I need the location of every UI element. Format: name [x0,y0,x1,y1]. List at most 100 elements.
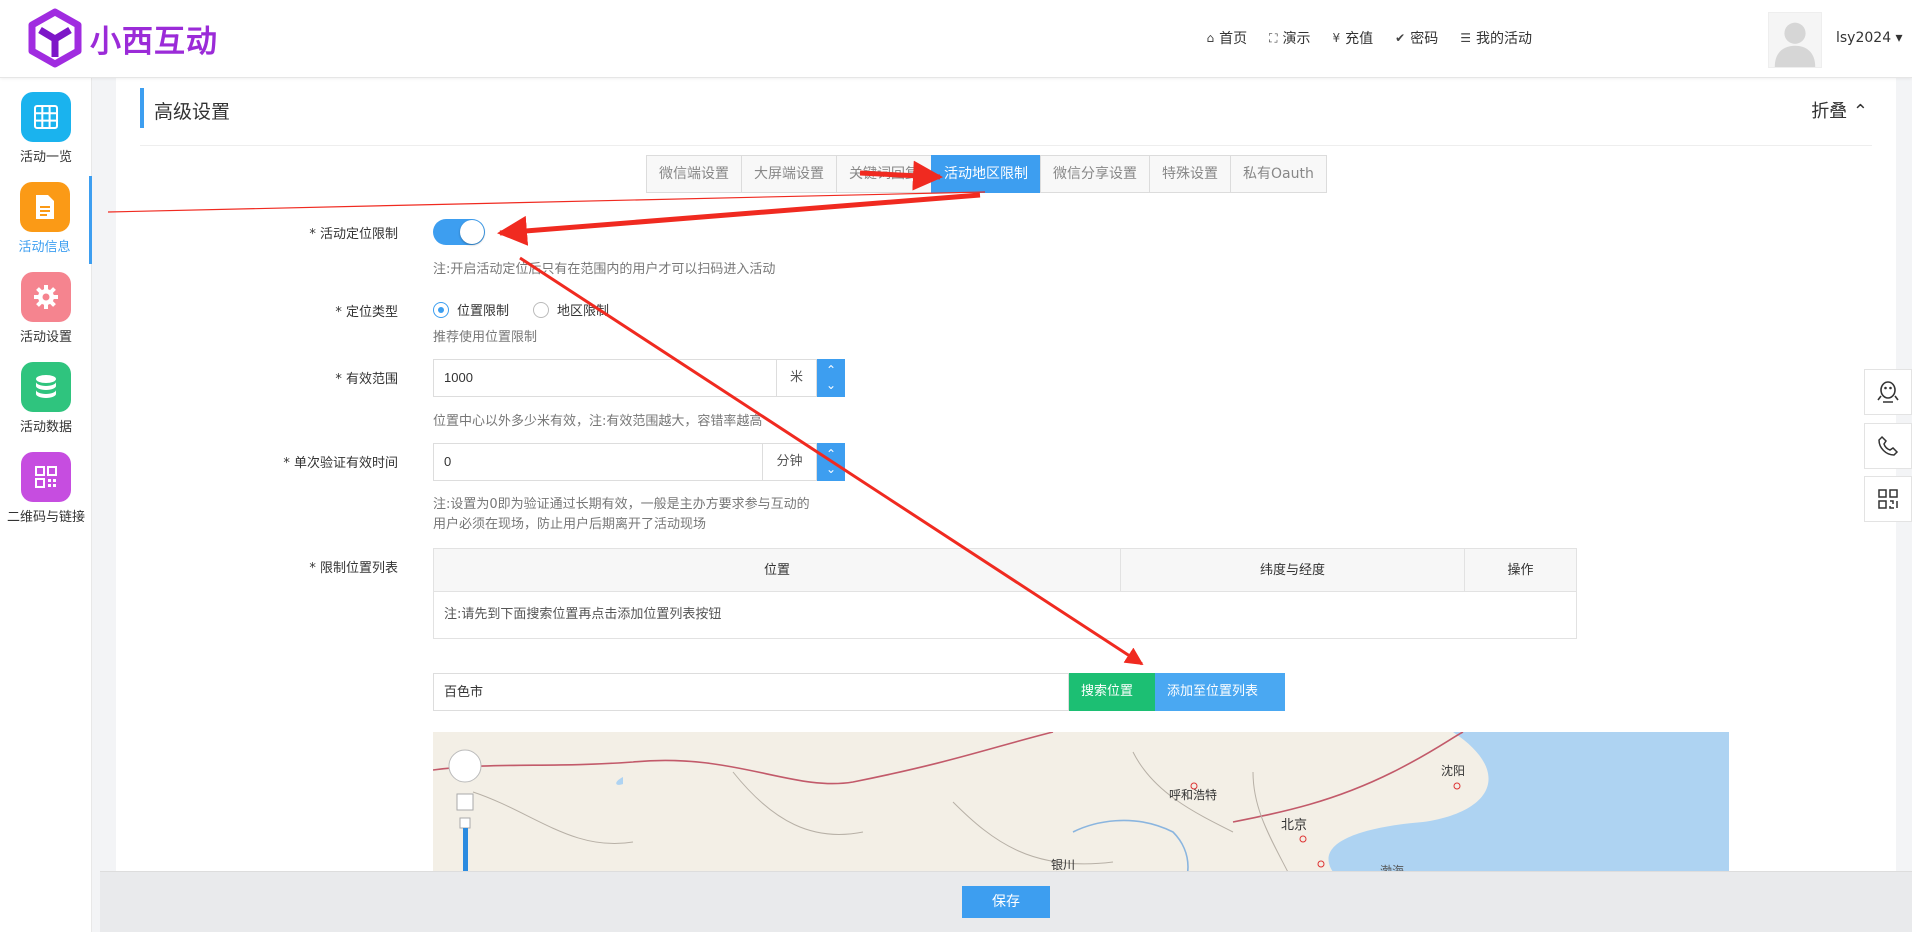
qrcode-icon [21,452,71,502]
qq-contact-button[interactable] [1864,369,1912,415]
map-city-shenyang: 沈阳 [1441,764,1466,778]
sidebar: 活动一览 活动信息 活动设置 活动数据 二维码与链接 [0,78,92,932]
map-city-beijing: 北京 [1281,818,1308,833]
toggle-knob [460,220,484,244]
tab-screen[interactable]: 大屏端设置 [741,155,837,193]
chevron-down-icon[interactable]: ⌄ [826,462,836,477]
section-header: 高级设置 折叠 ⌃ [140,88,1872,146]
home-icon: ⌂ [1206,31,1215,45]
qrcode-small-icon [1878,489,1898,509]
section-title: 高级设置 [154,101,231,123]
document-icon [19,182,70,232]
locate-limit-hint: 注:开启活动定位后只有在范围内的用户才可以扫码进入活动 [433,262,776,277]
tab-region-limit[interactable]: 活动地区限制 [931,155,1041,193]
top-nav: ⌂ 首页 ⛶ 演示 ¥ 充值 ✔ 密码 ☰ 我的活动 [1207,28,1533,48]
check-circle-icon: ✔ [1395,31,1406,45]
map-city-hohhot: 呼和浩特 [1169,788,1218,802]
add-to-list-button[interactable]: 添加至位置列表 [1155,673,1285,711]
verify-time-hint-1: 注:设置为0即为验证通过长期有效，一般是主办方要求参与互动的 [433,497,810,512]
location-table: 位置 纬度与经度 操作 注:请先到下面搜索位置再点击添加位置列表按钮 [433,548,1577,639]
range-input[interactable]: 1000 [433,359,777,397]
sidebar-item-info[interactable]: 活动信息 [0,176,92,264]
range-hint: 位置中心以外多少米有效，注:有效范围越大，容错率越高 [433,414,763,429]
avatar[interactable] [1768,12,1822,68]
chevron-up-icon[interactable]: ⌃ [826,447,836,462]
range-stepper[interactable]: ⌃ ⌄ [817,359,845,397]
fold-button[interactable]: 折叠 ⌃ [1811,97,1868,123]
tab-special[interactable]: 特殊设置 [1149,155,1231,193]
radio-dot [433,301,449,318]
nav-label: 我的活动 [1476,31,1532,47]
range-unit: 米 [777,359,817,397]
logo[interactable]: 小西互动 [26,8,218,68]
verify-time-input[interactable]: 0 [433,443,763,481]
grid-icon [21,92,71,142]
top-header: 小西互动 ⌂ 首页 ⛶ 演示 ¥ 充值 ✔ 密码 ☰ 我的活动 lsy2024 ▾ [0,0,1912,78]
col-position: 位置 [434,549,1121,591]
sidebar-item-label: 活动数据 [19,420,72,435]
phone-contact-button[interactable] [1864,423,1912,469]
verify-time-stepper[interactable]: ⌃ ⌄ [817,443,845,481]
table-empty-note: 注:请先到下面搜索位置再点击添加位置列表按钮 [444,607,722,622]
col-actions: 操作 [1507,563,1534,578]
main-panel: 高级设置 折叠 ⌃ 微信端设置 大屏端设置 关键词回复 活动地区限制 微信分享设… [116,78,1896,932]
nav-recharge[interactable]: ¥ 充值 [1333,28,1374,48]
sidebar-item-data[interactable]: 活动数据 [0,356,92,444]
locate-type-label: * 定位类型 [335,305,398,320]
table-header: 位置 纬度与经度 操作 [434,549,1576,592]
user-menu[interactable]: lsy2024 ▾ [1836,30,1903,46]
range-label: * 有效范围 [335,372,398,387]
locate-limit-label: * 活动定位限制 [309,227,398,242]
sidebar-item-overview[interactable]: 活动一览 [0,86,92,174]
gear-icon [21,272,71,322]
qrcode-popup-button[interactable] [1864,476,1912,522]
tab-wechat[interactable]: 微信端设置 [646,155,742,193]
search-location-button[interactable]: 搜索位置 [1069,673,1155,711]
user-silhouette-icon [1774,22,1816,67]
nav-password[interactable]: ✔ 密码 [1395,28,1438,48]
sidebar-item-label: 活动一览 [19,150,72,165]
verify-time-label: * 单次验证有效时间 [283,456,398,471]
location-list-label: * 限制位置列表 [309,561,398,576]
logo-text: 小西互动 [90,23,218,60]
nav-my-activities[interactable]: ☰ 我的活动 [1460,28,1532,48]
sidebar-item-settings[interactable]: 活动设置 [0,266,92,354]
locate-type-hint: 推荐使用位置限制 [433,330,538,345]
location-search-input[interactable]: 百色市 [433,673,1069,711]
cube-logo-icon [28,8,82,68]
save-button[interactable]: 保存 [962,886,1050,918]
database-icon [21,362,71,412]
nav-home[interactable]: ⌂ 首页 [1207,28,1248,48]
fullscreen-icon: ⛶ [1269,30,1278,45]
locate-limit-toggle[interactable] [433,219,485,245]
sidebar-item-label: 活动信息 [18,240,71,255]
sidebar-item-label: 二维码与链接 [6,510,85,525]
tab-share[interactable]: 微信分享设置 [1040,155,1150,193]
col-latlng: 纬度与经度 [1121,549,1465,591]
chevron-up-icon[interactable]: ⌃ [826,363,836,378]
nav-label: 充值 [1345,31,1374,47]
tab-keyword[interactable]: 关键词回复 [836,155,932,193]
radio-position[interactable]: 位置限制 [433,300,509,319]
yen-icon: ¥ [1332,31,1341,45]
chevron-down-icon[interactable]: ⌄ [826,378,836,393]
footer-bar: 保存 [100,871,1912,932]
sidebar-item-qrcode[interactable]: 二维码与链接 [0,446,92,534]
verify-time-hint-2: 用户必须在现场，防止用户后期离开了活动现场 [433,517,707,532]
settings-tabs: 微信端设置 大屏端设置 关键词回复 活动地区限制 微信分享设置 特殊设置 私有O… [646,155,1327,193]
radio-region[interactable]: 地区限制 [533,300,609,319]
phone-icon [1878,435,1899,456]
nav-label: 演示 [1282,31,1311,47]
radio-label: 位置限制 [457,304,510,319]
list-icon: ☰ [1460,31,1471,45]
nav-label: 密码 [1410,31,1439,47]
nav-demo[interactable]: ⛶ 演示 [1269,28,1310,48]
sidebar-item-label: 活动设置 [19,330,72,345]
radio-label: 地区限制 [557,304,610,319]
tab-oauth[interactable]: 私有Oauth [1230,155,1327,193]
verify-time-unit: 分钟 [763,443,817,481]
section-accent-bar [140,88,144,128]
locate-type-radios: 位置限制 地区限制 [433,300,609,319]
nav-label: 首页 [1219,31,1248,47]
qq-icon [1877,381,1899,403]
